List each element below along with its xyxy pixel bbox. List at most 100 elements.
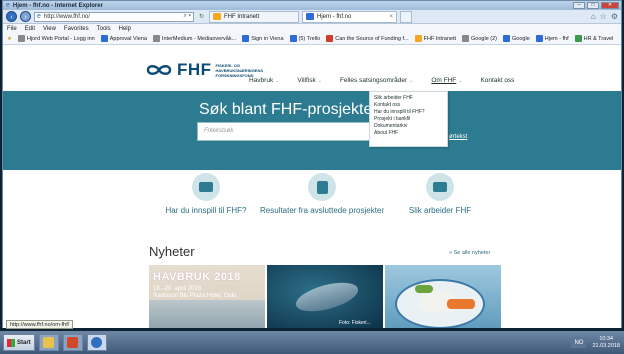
favorite-link[interactable]: Hjem - fhf: [535, 35, 569, 42]
tab-fhf-intranett[interactable]: FHF Intranett: [209, 10, 299, 23]
search-hero: Søk blant FHF-prosjekter Fritekstsøk ørt…: [3, 91, 621, 170]
fish-image: [292, 277, 362, 317]
google-icon: [503, 35, 511, 42]
menu-bar: File Edit View Favorites Tools Help: [3, 24, 621, 33]
feature-links: Har du innspill til FHF? Resultater fra …: [3, 173, 621, 241]
advanced-search-link[interactable]: ørtekst: [449, 134, 467, 140]
status-bar-url: http://www.fhf.no/om-fhf/: [6, 320, 74, 329]
clock[interactable]: 10:34 21.03.2018: [592, 336, 620, 350]
menu-help[interactable]: Help: [119, 26, 131, 32]
nav-havbruk[interactable]: Havbruk ⌄: [249, 77, 279, 84]
bookmark-icon: [242, 35, 250, 42]
favorite-link[interactable]: HR & Travel: [574, 35, 613, 42]
bookmark-icon: [326, 35, 334, 42]
news-card-food[interactable]: [385, 265, 501, 328]
favorite-link[interactable]: Can the Source of Funding f...: [326, 35, 409, 42]
logo-text: FHF: [177, 60, 212, 79]
dropdown-item[interactable]: About FHF: [374, 130, 443, 137]
chevron-down-icon: ⌄: [275, 77, 280, 84]
menu-tools[interactable]: Tools: [97, 26, 111, 32]
menu-favorites[interactable]: Favorites: [64, 26, 89, 32]
carrot-image: [447, 299, 475, 309]
dropdown-item[interactable]: Dokumentarkiv: [374, 123, 443, 130]
close-tab-icon[interactable]: ×: [389, 14, 393, 20]
favorite-link[interactable]: Approval Viena: [100, 35, 147, 42]
google-icon: [462, 35, 470, 42]
favorites-bar: ★ Hjord Web Portal - Logg inn Approval V…: [3, 33, 621, 45]
bookmark-icon: [574, 35, 582, 42]
fhf-favicon-icon: [213, 13, 221, 20]
minimize-button[interactable]: –: [573, 2, 585, 9]
menu-edit[interactable]: Edit: [25, 26, 35, 32]
fhf-logo-icon: [146, 65, 172, 75]
favorite-link[interactable]: (5) Trello: [289, 35, 320, 42]
chat-icon: [192, 173, 220, 201]
favorite-link[interactable]: FHF Intranett: [414, 35, 456, 42]
dropdown-item[interactable]: Slik arbeider FHF: [374, 95, 443, 102]
taskbar-powerpoint[interactable]: [62, 334, 83, 351]
news-card-fish[interactable]: Foto: Fiskeri...: [267, 265, 383, 328]
maximize-button[interactable]: □: [587, 2, 599, 9]
close-button[interactable]: ✕: [601, 2, 619, 9]
search-icon[interactable]: ⌕ ▾: [183, 13, 191, 20]
favorite-link[interactable]: InterMedium - Mediaovervåk...: [152, 35, 236, 42]
card-image: [149, 300, 265, 328]
address-bar[interactable]: e http://www.fhf.no/ ⌕ ▾: [34, 11, 194, 22]
photo-caption: Foto: Fiskeri...: [339, 320, 371, 326]
forward-button[interactable]: ›: [20, 11, 31, 22]
nav-kontakt-oss[interactable]: Kontakt oss: [480, 77, 514, 84]
nav-om-fhf[interactable]: Om FHF ⌄: [431, 77, 462, 84]
favorite-link[interactable]: Hjord Web Portal - Logg inn: [17, 35, 95, 42]
feature-innspill[interactable]: Har du innspill til FHF?: [141, 173, 271, 216]
navigation-bar: ‹ › e http://www.fhf.no/ ⌕ ▾ ↻ FHF Intra…: [3, 10, 621, 24]
nav-felles-satsingsomrader[interactable]: Felles satsingsområder ⌄: [340, 77, 413, 84]
browser-window: e Hjem - fhf.no - Internet Explorer – □ …: [2, 0, 622, 328]
windows-logo-icon: [7, 338, 15, 347]
menu-view[interactable]: View: [43, 26, 56, 32]
tab-label: Hjem - fhf.no: [317, 13, 352, 20]
start-button[interactable]: Start: [3, 334, 35, 351]
language-indicator[interactable]: NO: [571, 337, 587, 348]
window-title: Hjem - fhf.no - Internet Explorer: [12, 2, 103, 9]
favorites-star-icon[interactable]: ★: [7, 36, 12, 42]
refresh-icon[interactable]: ↻: [197, 12, 206, 22]
dropdown-item[interactable]: Kontakt oss: [374, 102, 443, 109]
menu-file[interactable]: File: [7, 26, 17, 32]
taskbar-explorer[interactable]: [38, 334, 59, 351]
chevron-down-icon: ⌄: [409, 77, 414, 84]
feature-resultater[interactable]: Resultater fra avsluttede prosjekter: [257, 173, 387, 216]
title-bar: e Hjem - fhf.no - Internet Explorer – □ …: [3, 1, 621, 10]
clock-time: 10:34: [599, 335, 614, 342]
news-card-havbruk[interactable]: HAVBRUK 2018 18.–20. april 2018 Radisson…: [149, 265, 265, 328]
favorites-star-icon[interactable]: ☆: [600, 12, 607, 21]
favorite-link[interactable]: Google: [503, 35, 530, 42]
chevron-down-icon: ⌄: [317, 77, 322, 84]
dropdown-item[interactable]: Har du innspill til FHF?: [374, 109, 443, 116]
fhf-favicon-icon: [414, 35, 422, 42]
feature-slik-arbeider[interactable]: Slik arbeider FHF: [375, 173, 505, 216]
start-label: Start: [17, 339, 31, 346]
ie-page-icon: e: [37, 13, 41, 20]
gear-icon[interactable]: ⚙: [611, 12, 618, 21]
back-button[interactable]: ‹: [6, 11, 17, 22]
new-tab-button[interactable]: [400, 10, 412, 23]
chat-icon: [426, 173, 454, 201]
trello-icon: [289, 35, 297, 42]
tab-hjem-fhf[interactable]: Hjem - fhf.no ×: [302, 10, 397, 23]
bookmark-icon: [100, 35, 108, 42]
home-icon[interactable]: ⌂: [591, 12, 596, 21]
folder-icon: [43, 337, 55, 348]
taskbar-internet-explorer[interactable]: [86, 334, 107, 351]
nav-villfisk[interactable]: Villfisk ⌄: [297, 77, 322, 84]
favorite-link[interactable]: Sign in Viena: [242, 35, 284, 42]
tab-label: FHF Intranett: [224, 13, 260, 20]
bookmark-icon: [17, 35, 25, 42]
dropdown-item[interactable]: Prosjekt i bankfil: [374, 116, 443, 123]
address-url: http://www.fhf.no/: [43, 13, 90, 20]
fhf-favicon-icon: [306, 13, 314, 20]
system-tray: NO 10:34 21.03.2018: [571, 336, 624, 350]
hero-title: Søk blant FHF-prosjekter: [199, 101, 378, 118]
favorite-link[interactable]: Google (2): [462, 35, 497, 42]
see-all-news-link[interactable]: » Se alle nyheter: [449, 250, 490, 256]
taskbar: Start NO 10:34 21.03.2018: [0, 331, 624, 354]
